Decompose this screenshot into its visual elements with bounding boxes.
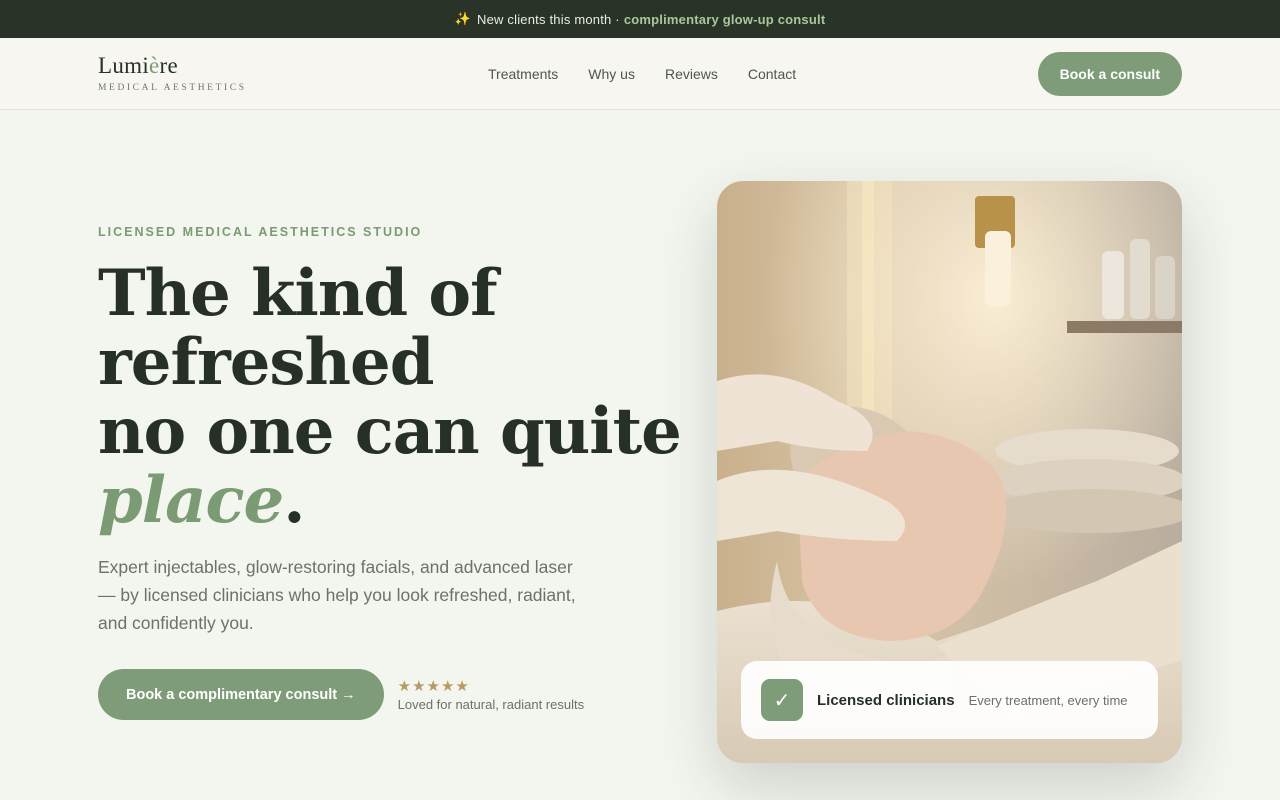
nav-link-reviews[interactable]: Reviews (665, 66, 718, 82)
sparkles-icon: ✨ (454, 11, 472, 26)
announcement-text: New clients this month · (477, 11, 620, 27)
nav-link-why-us[interactable]: Why us (588, 66, 635, 82)
rating: ★★★★★ Loved for natural, radiant results (398, 677, 584, 712)
nav-link-treatments[interactable]: Treatments (488, 66, 558, 82)
book-complimentary-consult-button[interactable]: Book a complimentary consult → (98, 669, 384, 720)
hero-photo: ✓ Licensed clinicians Every treatment, e… (717, 181, 1182, 763)
nav-links: Treatments Why us Reviews Contact (488, 38, 796, 110)
announcement-highlight[interactable]: complimentary glow-up consult (624, 12, 826, 27)
hero-eyebrow: LICENSED MEDICAL AESTHETICS STUDIO (98, 225, 423, 239)
badge-title: Licensed clinicians (817, 691, 955, 709)
logo-wordmark: Lumière (98, 53, 179, 78)
nav-link-contact[interactable]: Contact (748, 66, 796, 82)
book-consult-button[interactable]: Book a consult (1037, 51, 1182, 96)
headline-emphasis: place (98, 463, 284, 538)
hero-cta-row: Book a complimentary consult → ★★★★★ Lov… (98, 669, 678, 720)
hero-copy: LICENSED MEDICAL AESTHETICS STUDIO The k… (98, 225, 682, 720)
hero-description: Expert injectables, glow-restoring facia… (98, 557, 576, 633)
logo[interactable]: Lumière MEDICAL AESTHETICS (98, 54, 247, 93)
rating-text: Loved for natural, radiant results (397, 697, 585, 712)
check-icon: ✓ (761, 679, 803, 721)
logo-subtitle: MEDICAL AESTHETICS (98, 83, 247, 93)
licensed-clinicians-badge: ✓ Licensed clinicians Every treatment, e… (741, 661, 1158, 739)
badge-subtitle: Every treatment, every time (968, 692, 1128, 708)
star-rating-icon: ★★★★★ (397, 678, 470, 695)
hero-headline: The kind of refreshed no one can quite p… (98, 256, 682, 538)
main-nav: Lumière MEDICAL AESTHETICS Treatments Wh… (0, 38, 1280, 110)
announcement-bar: ✨ New clients this month · complimentary… (0, 0, 1280, 38)
